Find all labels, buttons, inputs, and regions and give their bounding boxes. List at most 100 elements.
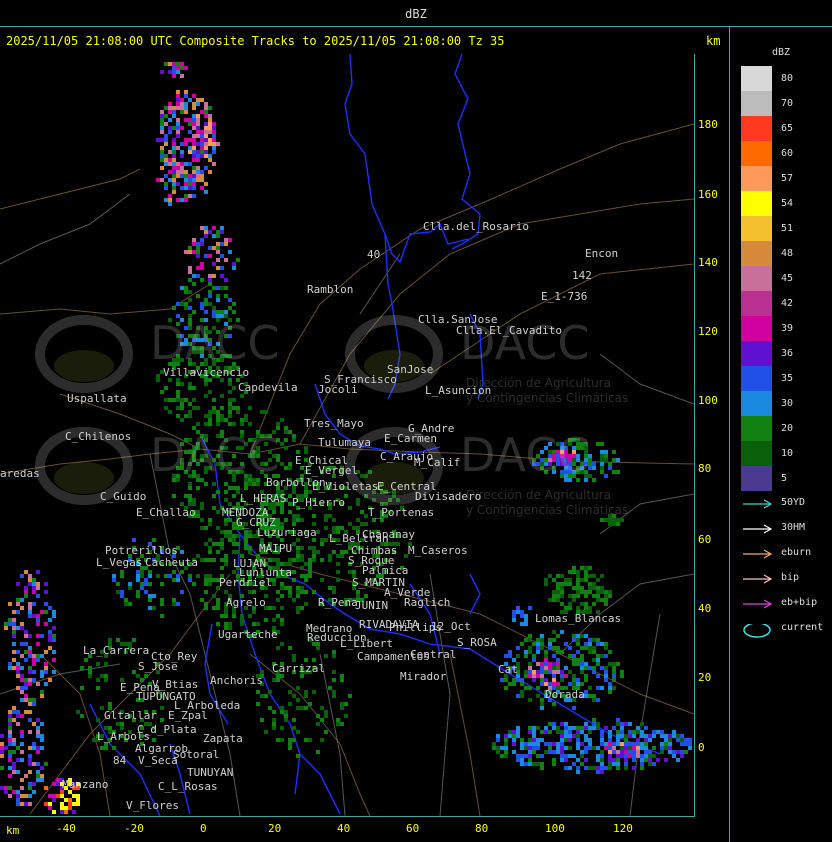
place-label: R_Pena <box>318 596 358 609</box>
legend-swatch <box>741 441 772 466</box>
track-label: 50YD <box>781 497 806 508</box>
place-label: 40 <box>367 248 381 261</box>
composite-header: 2025/11/05 21:08:00 UTC Composite Tracks… <box>6 34 505 48</box>
place-label: C_L_Rosas <box>158 780 218 793</box>
legend-level-label: 36 <box>781 348 794 359</box>
legend-level-label: 5 <box>781 473 788 484</box>
x-tick-label: 0 <box>200 822 207 835</box>
legend-level-label: 48 <box>781 248 794 259</box>
legend-level-label: 10 <box>781 448 794 459</box>
place-label: E_Zpal <box>168 709 208 722</box>
track-label: eburn <box>781 547 812 558</box>
place-label: Lomas_Blancas <box>535 612 622 625</box>
place-label: V_Flores <box>126 799 179 812</box>
legend-level-label: 70 <box>781 98 794 109</box>
place-label: Manzano <box>62 778 109 791</box>
legend-swatch <box>741 341 772 366</box>
legend-level-label: 20 <box>781 423 794 434</box>
place-label: La_Carrera <box>83 644 150 657</box>
x-tick-label: -20 <box>124 822 144 835</box>
legend-swatch <box>741 216 772 241</box>
x-tick-label: 60 <box>406 822 420 835</box>
place-label: Sotoral <box>173 748 220 761</box>
y-tick-label: 60 <box>698 533 712 546</box>
y-tick-label: 0 <box>698 741 705 754</box>
place-label: Carrizal <box>272 662 325 675</box>
place-label: S_Jose <box>138 660 178 673</box>
place-label: Ramblon <box>307 283 354 296</box>
place-label: 84 <box>113 754 127 767</box>
place-label: Tulumaya <box>318 436 371 449</box>
place-label: L_Libert <box>340 637 393 650</box>
legend-swatch <box>741 241 772 266</box>
legend-level-label: 80 <box>781 73 794 84</box>
place-label: Divisadero <box>415 490 482 503</box>
place-label: C_Guido <box>100 490 147 503</box>
legend-title: dBZ <box>772 47 791 58</box>
legend-level-label: 42 <box>781 298 794 309</box>
place-label: Luzuriaga <box>257 526 317 539</box>
place-label: Perdriel <box>219 576 272 589</box>
y-tick-label: 100 <box>698 394 718 407</box>
place-label: TUNUYAN <box>187 766 234 779</box>
legend-level-label: 39 <box>781 323 794 334</box>
y-axis-unit: km <box>706 34 721 48</box>
place-label: S_ROSA <box>457 636 497 649</box>
y-tick-label: 180 <box>698 118 718 131</box>
track-legend-item: eburn <box>742 547 830 561</box>
watermark-line1-4: Dirección de Agricultura <box>466 488 611 502</box>
place-label: Cat <box>498 663 518 676</box>
window-title: dBZ <box>0 0 832 27</box>
place-label: 142 <box>572 269 592 282</box>
track-arrow-icon <box>743 599 773 609</box>
place-label: E_Challao <box>136 506 196 519</box>
place-label: E_Carmen <box>384 432 437 445</box>
x-tick-label: 100 <box>545 822 565 835</box>
x-tick-label: 120 <box>613 822 633 835</box>
legend-level-label: 54 <box>781 198 794 209</box>
x-axis-unit: km <box>6 824 20 837</box>
legend-swatch <box>741 191 772 216</box>
place-label: Capdevila <box>238 381 298 394</box>
place-label: Clla.del_Rosario <box>423 220 529 233</box>
legend-swatch <box>741 416 772 441</box>
place-label: C_d_Plata <box>137 723 197 736</box>
watermark-line2-4: y Contingencias Climáticas <box>466 503 629 517</box>
place-label: MAIPU <box>259 542 293 555</box>
legend-swatch <box>741 66 772 91</box>
legend-swatch <box>741 366 772 391</box>
place-label: Ugarteche <box>218 628 278 641</box>
place-label: E_1-736 <box>541 290 588 303</box>
watermark-brand-1: DACC <box>150 316 280 370</box>
place-label: Mirador <box>400 670 447 683</box>
radar-map[interactable]: DACC DACC Dirección de Agricultura y Con… <box>0 54 695 817</box>
legend-level-label: 57 <box>781 173 794 184</box>
track-legend-item: 30HM <box>742 522 830 536</box>
legend-swatch <box>741 316 772 341</box>
place-label: Anchoris <box>210 674 263 687</box>
track-arrow-icon <box>743 524 773 534</box>
current-ellipse-icon <box>743 624 771 638</box>
track-legend-item: current <box>742 622 830 638</box>
place-label: L_Vegas <box>96 556 143 569</box>
x-tick-label: -40 <box>56 822 76 835</box>
place-label: Villavicencio <box>163 366 250 379</box>
track-label: bip <box>781 572 800 583</box>
y-tick-label: 140 <box>698 256 718 269</box>
watermark-brand-4: DACC <box>460 428 590 482</box>
x-tick-label: 80 <box>475 822 489 835</box>
place-label: C_Chilenos <box>65 430 132 443</box>
legend-swatch <box>741 391 772 416</box>
legend-swatch <box>741 466 772 491</box>
y-tick-label: 80 <box>698 462 712 475</box>
place-label: 12_Oct <box>431 620 471 633</box>
place-label: M_Caseros <box>408 544 468 557</box>
place-label: Gltallar <box>104 709 157 722</box>
place-label: L_Violetas <box>312 480 379 493</box>
x-tick-label: 40 <box>337 822 351 835</box>
place-label: Encon <box>585 247 619 260</box>
track-arrow-icon <box>743 574 773 584</box>
place-label: Uspallata <box>67 392 127 405</box>
legend-swatch <box>741 291 772 316</box>
place-label: Clla.El_Cavadito <box>456 324 562 337</box>
